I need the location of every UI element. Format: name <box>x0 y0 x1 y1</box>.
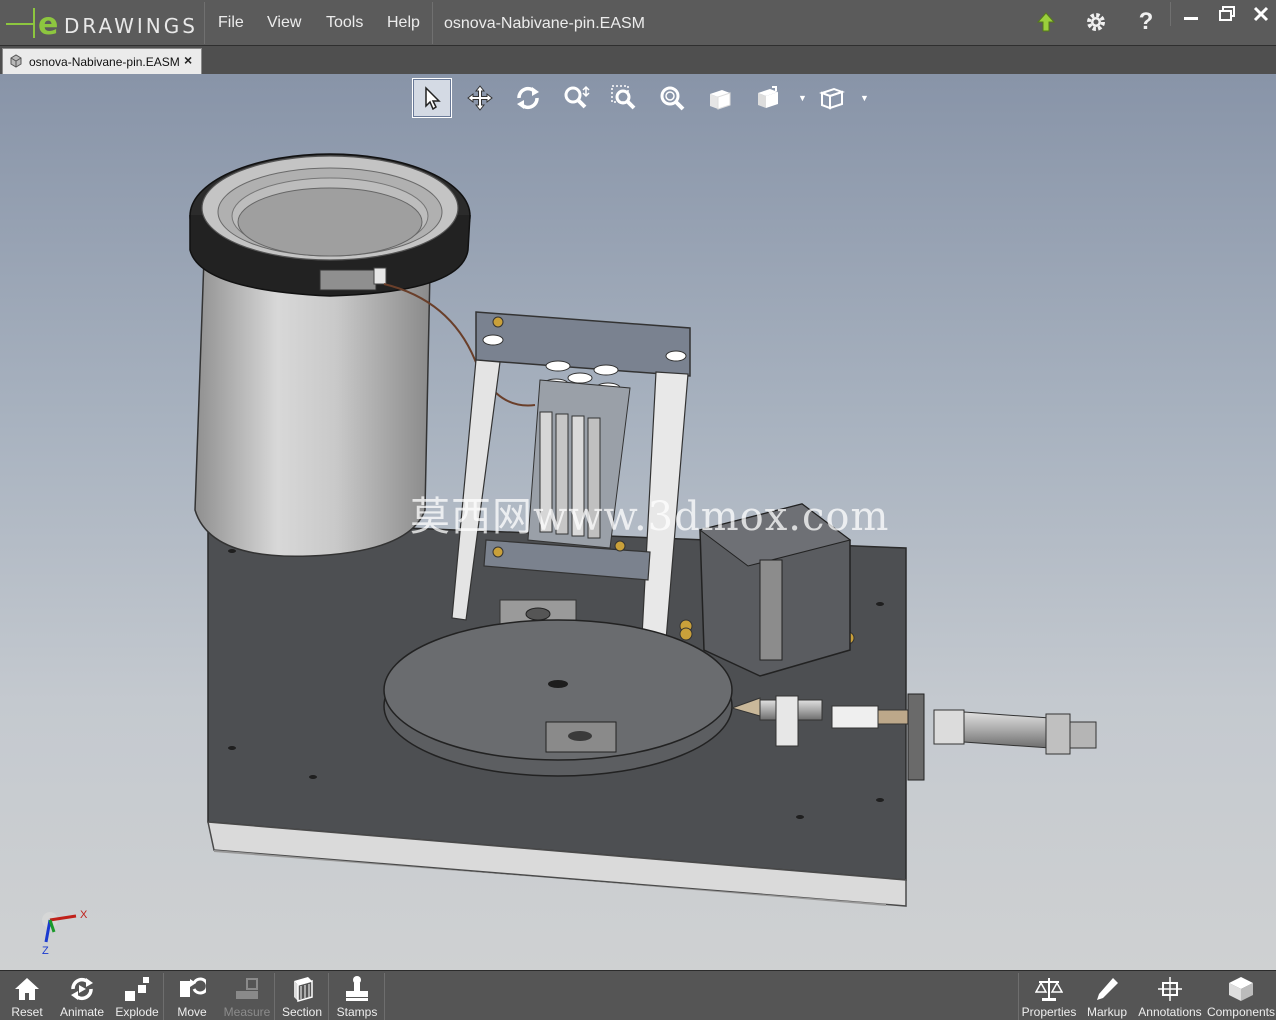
animate-icon <box>67 975 97 1003</box>
move-button[interactable]: Move <box>170 971 214 1020</box>
title-separator <box>204 2 205 44</box>
components-icon <box>1226 975 1256 1003</box>
display-style-icon[interactable] <box>812 78 852 118</box>
pencil-icon <box>1092 975 1122 1003</box>
measure-icon <box>232 975 262 1003</box>
section-label: Section <box>281 1005 323 1019</box>
move-label: Move <box>177 1005 207 1019</box>
restore-icon[interactable] <box>1210 2 1244 26</box>
stamps-icon <box>342 975 372 1003</box>
rotate-icon[interactable] <box>508 78 548 118</box>
triad-x-label: X <box>80 909 88 921</box>
zoom-area-icon[interactable] <box>604 78 644 118</box>
measure-button: Measure <box>222 971 272 1020</box>
assembly-icon <box>8 53 24 74</box>
document-tab-bar: osnova-Nabivane-pin.EASM × <box>0 46 1276 74</box>
components-label: Components <box>1206 1005 1276 1019</box>
properties-button[interactable]: Properties <box>1020 971 1078 1020</box>
motor-shaft-cover <box>759 559 783 661</box>
bowl-sensor <box>319 269 377 291</box>
explode-button[interactable]: Explode <box>114 971 160 1020</box>
tab-close-icon[interactable]: × <box>184 52 192 68</box>
cursor-arrow-icon[interactable] <box>412 78 452 118</box>
annotations-button[interactable]: Annotations <box>1136 971 1204 1020</box>
stamps-button[interactable]: Stamps <box>334 971 380 1020</box>
properties-label: Properties <box>1021 1005 1077 1019</box>
explode-label: Explode <box>115 1005 159 1019</box>
logo-text: DRAWINGS <box>64 14 198 38</box>
document-tab-label: osnova-Nabivane-pin.EASM <box>29 55 180 69</box>
triad-z-label: Z <box>42 945 49 956</box>
stamps-label: Stamps <box>336 1005 378 1019</box>
reset-label: Reset <box>11 1005 43 1019</box>
shaded-cube-icon[interactable] <box>700 78 740 118</box>
menu-help[interactable]: Help <box>387 14 420 32</box>
zoom-dynamic-icon[interactable] <box>556 78 596 118</box>
measure-label: Measure <box>223 1005 271 1019</box>
title-separator <box>432 2 433 44</box>
pneumatic-cylinder <box>963 711 1051 749</box>
3d-viewport[interactable]: ▼ ▼ 莫西网www.3dmox.com X Z <box>0 74 1276 970</box>
standard-views-caret[interactable]: ▼ <box>798 93 807 103</box>
move-arrows-icon[interactable] <box>460 78 500 118</box>
animate-button[interactable]: Animate <box>56 971 108 1020</box>
move-icon <box>177 975 207 1003</box>
bottom-separator <box>1018 973 1019 1020</box>
bottom-separator <box>384 973 385 1020</box>
markup-button[interactable]: Markup <box>1082 971 1132 1020</box>
orientation-triad: X Z <box>40 906 100 957</box>
minimize-icon[interactable] <box>1174 2 1208 26</box>
bottom-toolbar: Reset Animate Explode Move Measure Secti… <box>0 970 1276 1020</box>
menu-view[interactable]: View <box>267 14 301 32</box>
annotations-label: Annotations <box>1138 1005 1202 1019</box>
section-button[interactable]: Section <box>278 971 326 1020</box>
display-style-caret[interactable]: ▼ <box>860 93 869 103</box>
window-separator <box>1170 2 1171 26</box>
markup-label: Markup <box>1086 1005 1127 1019</box>
help-icon[interactable]: ? <box>1132 8 1160 36</box>
document-tab[interactable]: osnova-Nabivane-pin.EASM × <box>2 48 202 74</box>
close-icon[interactable] <box>1244 2 1276 26</box>
scales-icon <box>1034 975 1064 1003</box>
view-toolbar: ▼ ▼ <box>410 78 880 120</box>
edrawings-logo: e DRAWINGS <box>4 4 204 42</box>
logo-mark: e <box>38 7 58 42</box>
home-icon <box>12 975 42 1003</box>
zoom-fit-icon[interactable] <box>652 78 692 118</box>
explode-icon <box>122 975 152 1003</box>
bottom-separator <box>163 973 164 1020</box>
standard-views-icon[interactable] <box>748 78 788 118</box>
title-bar: e DRAWINGS File View Tools Help osnova-N… <box>0 0 1276 46</box>
bottom-separator <box>328 973 329 1020</box>
gear-icon[interactable] <box>1082 8 1110 36</box>
upload-arrow-icon[interactable] <box>1032 8 1060 36</box>
menu-tools[interactable]: Tools <box>326 14 363 32</box>
annotations-icon <box>1155 975 1185 1003</box>
reset-button[interactable]: Reset <box>4 971 50 1020</box>
tower-top-plate <box>475 311 691 377</box>
animate-label: Animate <box>59 1005 105 1019</box>
section-icon <box>287 975 317 1003</box>
bottom-separator <box>274 973 275 1020</box>
components-button[interactable]: Components <box>1206 971 1276 1020</box>
menu-file[interactable]: File <box>218 14 244 32</box>
document-title: osnova-Nabivane-pin.EASM <box>444 15 645 32</box>
watermark-text: 莫西网www.3dmox.com <box>410 494 890 540</box>
